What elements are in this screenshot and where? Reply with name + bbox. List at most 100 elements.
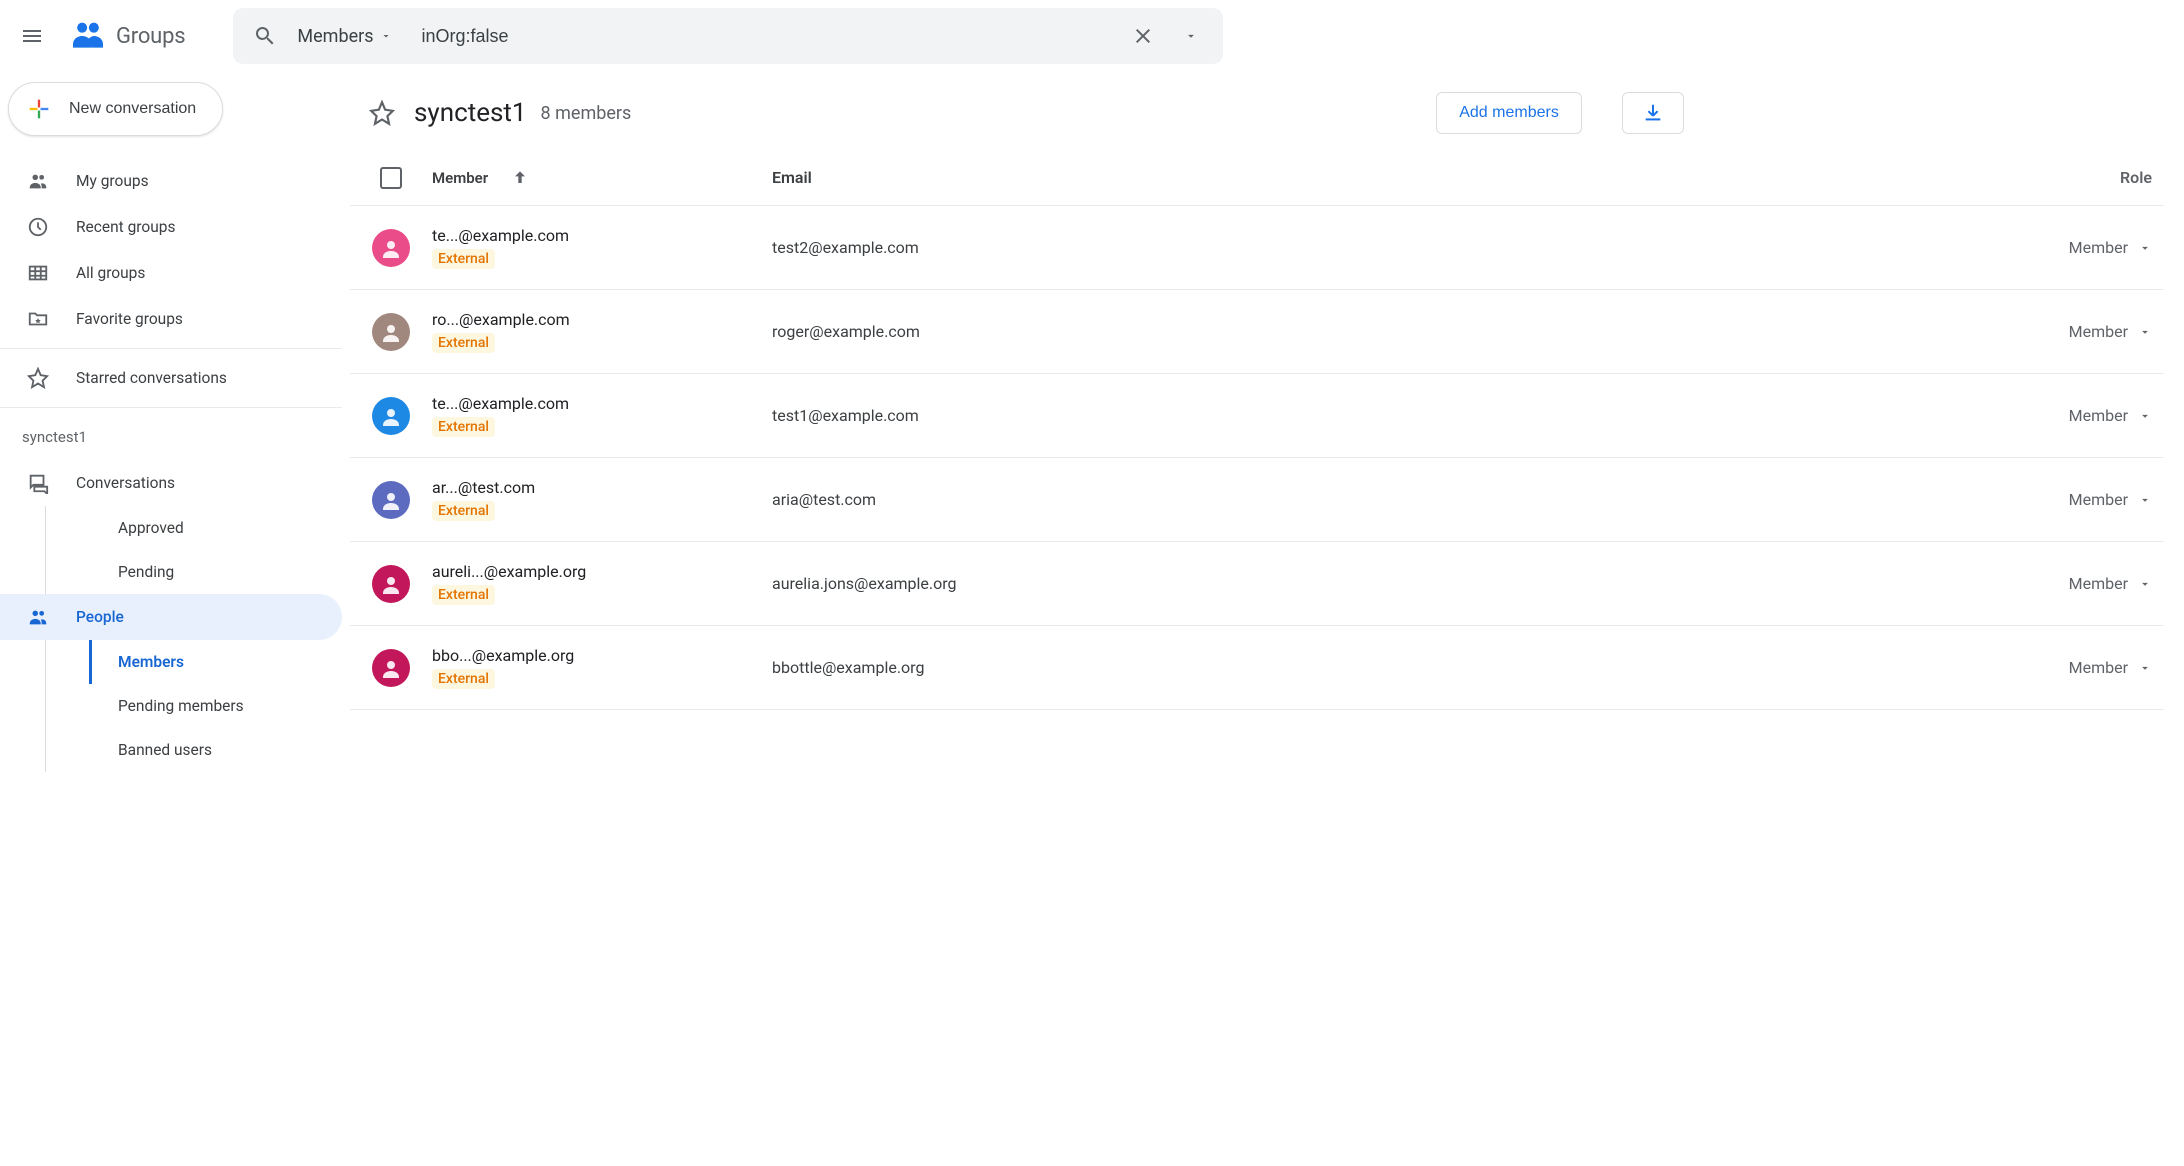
star-icon bbox=[26, 366, 50, 390]
search-input[interactable] bbox=[410, 26, 1120, 47]
plus-icon bbox=[25, 95, 53, 123]
sidebar-subitem[interactable]: Approved bbox=[92, 506, 342, 550]
sidebar-item-label: Members bbox=[118, 653, 184, 671]
search-scope-label: Members bbox=[297, 26, 373, 47]
member-role: Member bbox=[2069, 490, 2128, 509]
sidebar-item[interactable]: All groups bbox=[0, 250, 342, 296]
external-badge: External bbox=[432, 669, 495, 689]
role-dropdown[interactable] bbox=[2138, 493, 2152, 507]
column-header-email[interactable]: Email bbox=[772, 168, 2004, 187]
sort-ascending-icon bbox=[510, 168, 530, 188]
table-row[interactable]: te...@example.com External test1@example.c… bbox=[350, 374, 2164, 458]
search-bar: Members bbox=[233, 8, 1223, 64]
groups-logo-icon bbox=[68, 16, 108, 56]
role-dropdown[interactable] bbox=[2138, 661, 2152, 675]
divider bbox=[0, 407, 342, 408]
sidebar-item-label: Pending members bbox=[118, 697, 244, 715]
member-display-name: te...@example.com bbox=[432, 226, 569, 245]
app-name: Groups bbox=[116, 24, 185, 49]
external-badge: External bbox=[432, 249, 495, 269]
sidebar-item-label: Conversations bbox=[76, 474, 175, 492]
new-conversation-button[interactable]: New conversation bbox=[8, 82, 223, 136]
export-button[interactable] bbox=[1622, 92, 1684, 134]
member-role: Member bbox=[2069, 238, 2128, 257]
table-row[interactable]: bbo...@example.orgExternalbbottle@exampl… bbox=[350, 626, 2164, 710]
sidebar-item-starred[interactable]: Starred conversations bbox=[0, 355, 342, 401]
folder-star-icon bbox=[26, 307, 50, 331]
sidebar-item-label: Banned users bbox=[118, 741, 212, 759]
avatar bbox=[372, 229, 410, 267]
search-options-dropdown[interactable] bbox=[1167, 12, 1215, 60]
avatar bbox=[372, 649, 410, 687]
external-badge: External bbox=[432, 417, 495, 437]
sidebar-item[interactable]: Favorite groups bbox=[0, 296, 342, 342]
divider bbox=[0, 348, 342, 349]
member-count: 8 members bbox=[541, 103, 632, 124]
avatar bbox=[372, 397, 410, 435]
member-email: test2@example.com bbox=[772, 238, 2004, 257]
role-dropdown[interactable] bbox=[2138, 409, 2152, 423]
select-all-checkbox[interactable] bbox=[380, 167, 402, 189]
members-table: Member Email Role te...@example.com Exter… bbox=[350, 150, 2164, 710]
clock-icon bbox=[26, 215, 50, 239]
table-header: Member Email Role bbox=[350, 150, 2164, 206]
add-members-button[interactable]: Add members bbox=[1436, 92, 1582, 134]
sidebar-item-label: All groups bbox=[76, 264, 145, 282]
sidebar-item-people[interactable]: People bbox=[0, 594, 342, 640]
external-badge: External bbox=[432, 501, 495, 521]
table-row[interactable]: aureli...@example.orgExternalaurelia.jon… bbox=[350, 542, 2164, 626]
member-role: Member bbox=[2069, 574, 2128, 593]
sidebar-item-conversations[interactable]: Conversations bbox=[0, 460, 342, 506]
member-email: aria@test.com bbox=[772, 490, 2004, 509]
download-icon bbox=[1642, 102, 1664, 124]
chevron-down-icon bbox=[380, 30, 392, 42]
table-row[interactable]: ro...@example.comExternalroger@example.c… bbox=[350, 290, 2164, 374]
member-display-name: bbo...@example.org bbox=[432, 646, 574, 665]
avatar bbox=[372, 481, 410, 519]
close-icon bbox=[1131, 24, 1155, 48]
table-row[interactable]: te...@example.com External test2@example.c… bbox=[350, 206, 2164, 290]
member-role: Member bbox=[2069, 406, 2128, 425]
sidebar-subitem[interactable]: Pending bbox=[92, 550, 342, 594]
hamburger-icon bbox=[20, 24, 44, 48]
sidebar-item-label: Favorite groups bbox=[76, 310, 183, 328]
main-menu-button[interactable] bbox=[8, 12, 56, 60]
member-display-name: ar...@test.com bbox=[432, 478, 535, 497]
search-button[interactable] bbox=[241, 12, 289, 60]
search-scope-dropdown[interactable]: Members bbox=[289, 26, 409, 47]
favorite-group-button[interactable] bbox=[364, 95, 400, 131]
search-clear-button[interactable] bbox=[1119, 12, 1167, 60]
sidebar-item-label: Starred conversations bbox=[76, 369, 227, 387]
sidebar-item[interactable]: Recent groups bbox=[0, 204, 342, 250]
column-header-role[interactable]: Role bbox=[2004, 168, 2164, 187]
role-dropdown[interactable] bbox=[2138, 577, 2152, 591]
sidebar-group-name: synctest1 bbox=[0, 414, 342, 460]
member-display-name: ro...@example.com bbox=[432, 310, 570, 329]
member-email: aurelia.jons@example.org bbox=[772, 574, 2004, 593]
table-row[interactable]: ar...@test.com External aria@test.com Membe… bbox=[350, 458, 2164, 542]
member-display-name: te...@example.com bbox=[432, 394, 569, 413]
sidebar-subitem[interactable]: Members bbox=[89, 640, 342, 684]
member-role: Member bbox=[2069, 658, 2128, 677]
member-email: test1@example.com bbox=[772, 406, 2004, 425]
role-dropdown[interactable] bbox=[2138, 325, 2152, 339]
conversations-icon bbox=[26, 471, 50, 495]
grid-icon bbox=[26, 261, 50, 285]
sidebar-subitem[interactable]: Pending members bbox=[92, 684, 342, 728]
app-logo[interactable]: Groups bbox=[64, 16, 225, 56]
add-members-label: Add members bbox=[1459, 104, 1559, 122]
role-dropdown[interactable] bbox=[2138, 241, 2152, 255]
sidebar-item-label: Approved bbox=[118, 519, 184, 537]
member-display-name: aureli...@example.org bbox=[432, 562, 586, 581]
new-conversation-label: New conversation bbox=[69, 100, 196, 118]
sidebar-item-label: Pending bbox=[118, 563, 174, 581]
main-content: synctest1 8 members Add members bbox=[350, 72, 2184, 1166]
people-icon bbox=[26, 169, 50, 193]
sidebar-subitem[interactable]: Banned users bbox=[92, 728, 342, 772]
member-role: Member bbox=[2069, 322, 2128, 341]
sidebar-item[interactable]: My groups bbox=[0, 158, 342, 204]
sidebar-item-label: People bbox=[76, 608, 124, 626]
chevron-down-icon bbox=[1184, 29, 1198, 43]
people-icon bbox=[26, 605, 50, 629]
column-header-member[interactable]: Member bbox=[432, 168, 772, 188]
